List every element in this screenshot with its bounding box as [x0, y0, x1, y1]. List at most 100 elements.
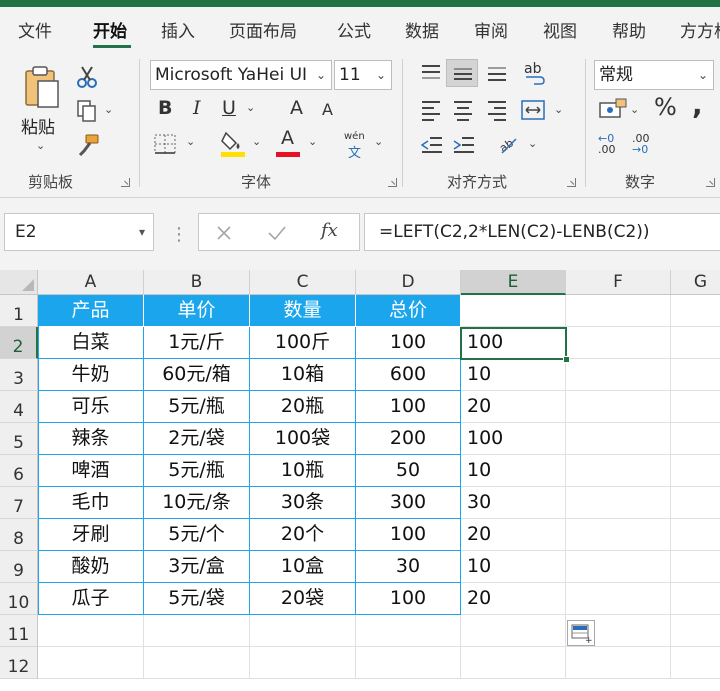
row-header-7[interactable]: 7: [0, 487, 38, 519]
align-right-icon[interactable]: [486, 99, 508, 121]
cell-e6[interactable]: 10: [461, 455, 566, 487]
borders-icon[interactable]: [153, 133, 177, 155]
cell-c3[interactable]: 10箱: [250, 359, 356, 391]
cell-f3[interactable]: [566, 359, 671, 391]
cell-f8[interactable]: [566, 519, 671, 551]
column-header-e[interactable]: E: [461, 270, 566, 295]
font-name-select[interactable]: Microsoft YaHei UI ⌄: [150, 60, 332, 90]
paste-button[interactable]: 粘贴 ⌄: [18, 63, 64, 159]
cell-b6[interactable]: 5元/瓶: [144, 455, 250, 487]
column-header-d[interactable]: D: [356, 270, 461, 295]
cell-b7[interactable]: 10元/条: [144, 487, 250, 519]
copy-dropdown-icon[interactable]: ⌄: [104, 103, 113, 116]
row-header-1[interactable]: 1: [0, 295, 38, 327]
cell-b11[interactable]: [144, 615, 250, 647]
cell-c2[interactable]: 100斤: [250, 327, 356, 359]
cell-e4[interactable]: 20: [461, 391, 566, 423]
cell-g1[interactable]: [671, 295, 720, 327]
cell-c10[interactable]: 20袋: [250, 583, 356, 615]
increase-indent-icon[interactable]: [452, 135, 476, 155]
align-middle-button[interactable]: [446, 59, 478, 87]
decrease-decimal-button[interactable]: .00 →0: [632, 133, 658, 157]
cell-c7[interactable]: 30条: [250, 487, 356, 519]
accounting-dropdown-icon[interactable]: ⌄: [630, 103, 639, 116]
cell-c4[interactable]: 20瓶: [250, 391, 356, 423]
cell-a6[interactable]: 啤酒: [38, 455, 144, 487]
phonetic-dropdown-icon[interactable]: ⌄: [374, 135, 383, 148]
cell-g2[interactable]: [671, 327, 720, 359]
insert-function-button[interactable]: fx: [321, 220, 338, 241]
cell-a4[interactable]: 可乐: [38, 391, 144, 423]
cell-g12[interactable]: [671, 647, 720, 679]
cell-f5[interactable]: [566, 423, 671, 455]
cancel-icon[interactable]: [215, 224, 233, 242]
cell-c5[interactable]: 100袋: [250, 423, 356, 455]
align-left-icon[interactable]: [420, 99, 442, 121]
cell-a10[interactable]: 瓜子: [38, 583, 144, 615]
orientation-icon[interactable]: ab: [496, 131, 522, 157]
number-launcher-icon[interactable]: [706, 178, 715, 187]
decrease-indent-icon[interactable]: [420, 135, 444, 155]
enter-check-icon[interactable]: [267, 224, 287, 242]
tab-help[interactable]: 帮助: [612, 17, 646, 42]
tab-data[interactable]: 数据: [405, 17, 439, 42]
paste-dropdown-icon[interactable]: ⌄: [36, 139, 45, 152]
cell-g11[interactable]: [671, 615, 720, 647]
column-header-a[interactable]: A: [38, 270, 144, 295]
wrap-text-button[interactable]: ab: [522, 61, 550, 87]
borders-dropdown-icon[interactable]: ⌄: [186, 135, 195, 148]
shrink-font-button[interactable]: A: [322, 102, 333, 118]
align-center-icon[interactable]: [452, 99, 474, 121]
cell-d10[interactable]: 100: [356, 583, 461, 615]
row-header-11[interactable]: 11: [0, 615, 38, 647]
tab-insert[interactable]: 插入: [161, 17, 195, 42]
row-header-12[interactable]: 12: [0, 647, 38, 679]
underline-dropdown-icon[interactable]: ⌄: [246, 101, 255, 114]
row-header-9[interactable]: 9: [0, 551, 38, 583]
cell-c12[interactable]: [250, 647, 356, 679]
column-header-f[interactable]: F: [566, 270, 671, 295]
cell-b12[interactable]: [144, 647, 250, 679]
cell-e9[interactable]: 10: [461, 551, 566, 583]
cell-e3[interactable]: 10: [461, 359, 566, 391]
cell-d5[interactable]: 200: [356, 423, 461, 455]
clipboard-launcher-icon[interactable]: [121, 178, 130, 187]
cell-a2[interactable]: 白菜: [38, 327, 144, 359]
cell-d11[interactable]: [356, 615, 461, 647]
cell-b5[interactable]: 2元/袋: [144, 423, 250, 455]
percent-button[interactable]: %: [654, 95, 677, 119]
fill-color-icon[interactable]: [220, 129, 246, 159]
cell-d4[interactable]: 100: [356, 391, 461, 423]
cell-d9[interactable]: 30: [356, 551, 461, 583]
cell-g3[interactable]: [671, 359, 720, 391]
italic-button[interactable]: I: [193, 99, 201, 118]
cell-f7[interactable]: [566, 487, 671, 519]
cell-b10[interactable]: 5元/袋: [144, 583, 250, 615]
cell-c9[interactable]: 10盒: [250, 551, 356, 583]
font-size-select[interactable]: 11 ⌄: [334, 60, 392, 90]
fill-handle[interactable]: [563, 356, 570, 363]
merge-dropdown-icon[interactable]: ⌄: [554, 103, 563, 116]
cut-icon[interactable]: [76, 65, 98, 89]
cell-a9[interactable]: 酸奶: [38, 551, 144, 583]
cell-a1[interactable]: 产品: [38, 295, 144, 327]
bold-button[interactable]: B: [158, 99, 172, 118]
cell-d6[interactable]: 50: [356, 455, 461, 487]
cell-b8[interactable]: 5元/个: [144, 519, 250, 551]
comma-button[interactable]: ,: [692, 91, 703, 119]
tab-formulas[interactable]: 公式: [337, 17, 371, 42]
tab-home[interactable]: 开始: [93, 17, 127, 42]
row-header-2[interactable]: 2: [0, 327, 38, 359]
format-painter-icon[interactable]: [76, 133, 100, 157]
cell-f9[interactable]: [566, 551, 671, 583]
cell-a8[interactable]: 牙刷: [38, 519, 144, 551]
align-bottom-icon[interactable]: [486, 63, 508, 83]
cell-b3[interactable]: 60元/箱: [144, 359, 250, 391]
row-header-6[interactable]: 6: [0, 455, 38, 487]
cell-b9[interactable]: 3元/盒: [144, 551, 250, 583]
cell-d1[interactable]: 总价: [356, 295, 461, 327]
font-launcher-icon[interactable]: [388, 178, 397, 187]
cell-g10[interactable]: [671, 583, 720, 615]
row-header-10[interactable]: 10: [0, 583, 38, 615]
cell-f1[interactable]: [566, 295, 671, 327]
